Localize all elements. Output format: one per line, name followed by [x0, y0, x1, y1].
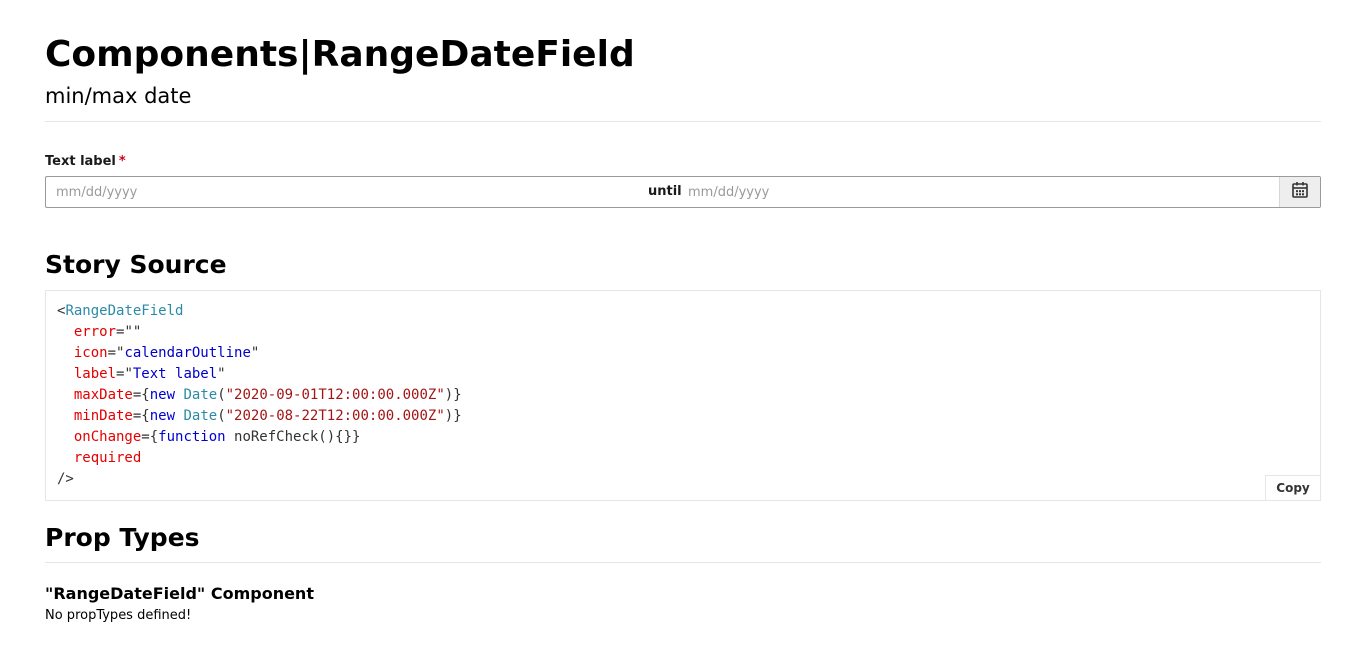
- component-heading: "RangeDateField" Component: [45, 584, 314, 603]
- code-component-name: RangeDateField: [65, 303, 184, 319]
- page-title: Components|RangeDateField: [45, 34, 635, 75]
- copy-button[interactable]: Copy: [1265, 475, 1320, 500]
- storybook-page: Components|RangeDateField min/max date T…: [0, 0, 1366, 647]
- code-value-mindate: "2020-08-22T12:00:00.000Z": [225, 408, 445, 424]
- code-attr-maxdate: maxDate: [73, 387, 133, 403]
- story-source-heading: Story Source: [45, 250, 227, 279]
- story-subtitle: min/max date: [45, 84, 192, 108]
- code-value-onchange: noRefCheck(){}}: [225, 429, 361, 445]
- code-close-tag: />: [57, 471, 74, 487]
- code-keyword-new: new: [149, 387, 176, 403]
- code-value-error: "": [124, 324, 142, 340]
- prop-types-heading: Prop Types: [45, 523, 200, 552]
- end-date-input[interactable]: [688, 177, 1268, 207]
- code-attr-icon: icon: [73, 345, 108, 361]
- start-date-input[interactable]: [56, 177, 636, 207]
- source-code: <RangeDateField error="" icon="calendarO…: [57, 303, 462, 487]
- until-label: until: [648, 184, 682, 199]
- code-value-icon: calendarOutline: [124, 345, 251, 361]
- calendar-icon: [1291, 181, 1309, 203]
- code-keyword-function: function: [158, 429, 226, 445]
- field-label-text: Text label: [45, 154, 116, 169]
- code-attr-mindate: minDate: [73, 408, 133, 424]
- no-proptypes-message: No propTypes defined!: [45, 608, 192, 623]
- divider: [45, 121, 1321, 122]
- code-attr-required: required: [73, 450, 142, 466]
- range-date-field: until: [45, 176, 1321, 208]
- code-keyword-new: new: [149, 408, 176, 424]
- code-attr-error: error: [73, 324, 117, 340]
- calendar-button[interactable]: [1279, 177, 1320, 207]
- code-attr-label: label: [73, 366, 117, 382]
- code-attr-onchange: onChange: [73, 429, 142, 445]
- divider: [45, 562, 1321, 563]
- required-asterisk: *: [118, 154, 126, 169]
- code-value-label: Text label: [132, 366, 218, 382]
- field-label: Text label *: [45, 153, 126, 170]
- code-value-maxdate: "2020-09-01T12:00:00.000Z": [225, 387, 445, 403]
- code-block: <RangeDateField error="" icon="calendarO…: [45, 290, 1321, 501]
- code-keyword-date: Date: [183, 387, 218, 403]
- code-keyword-date: Date: [183, 408, 218, 424]
